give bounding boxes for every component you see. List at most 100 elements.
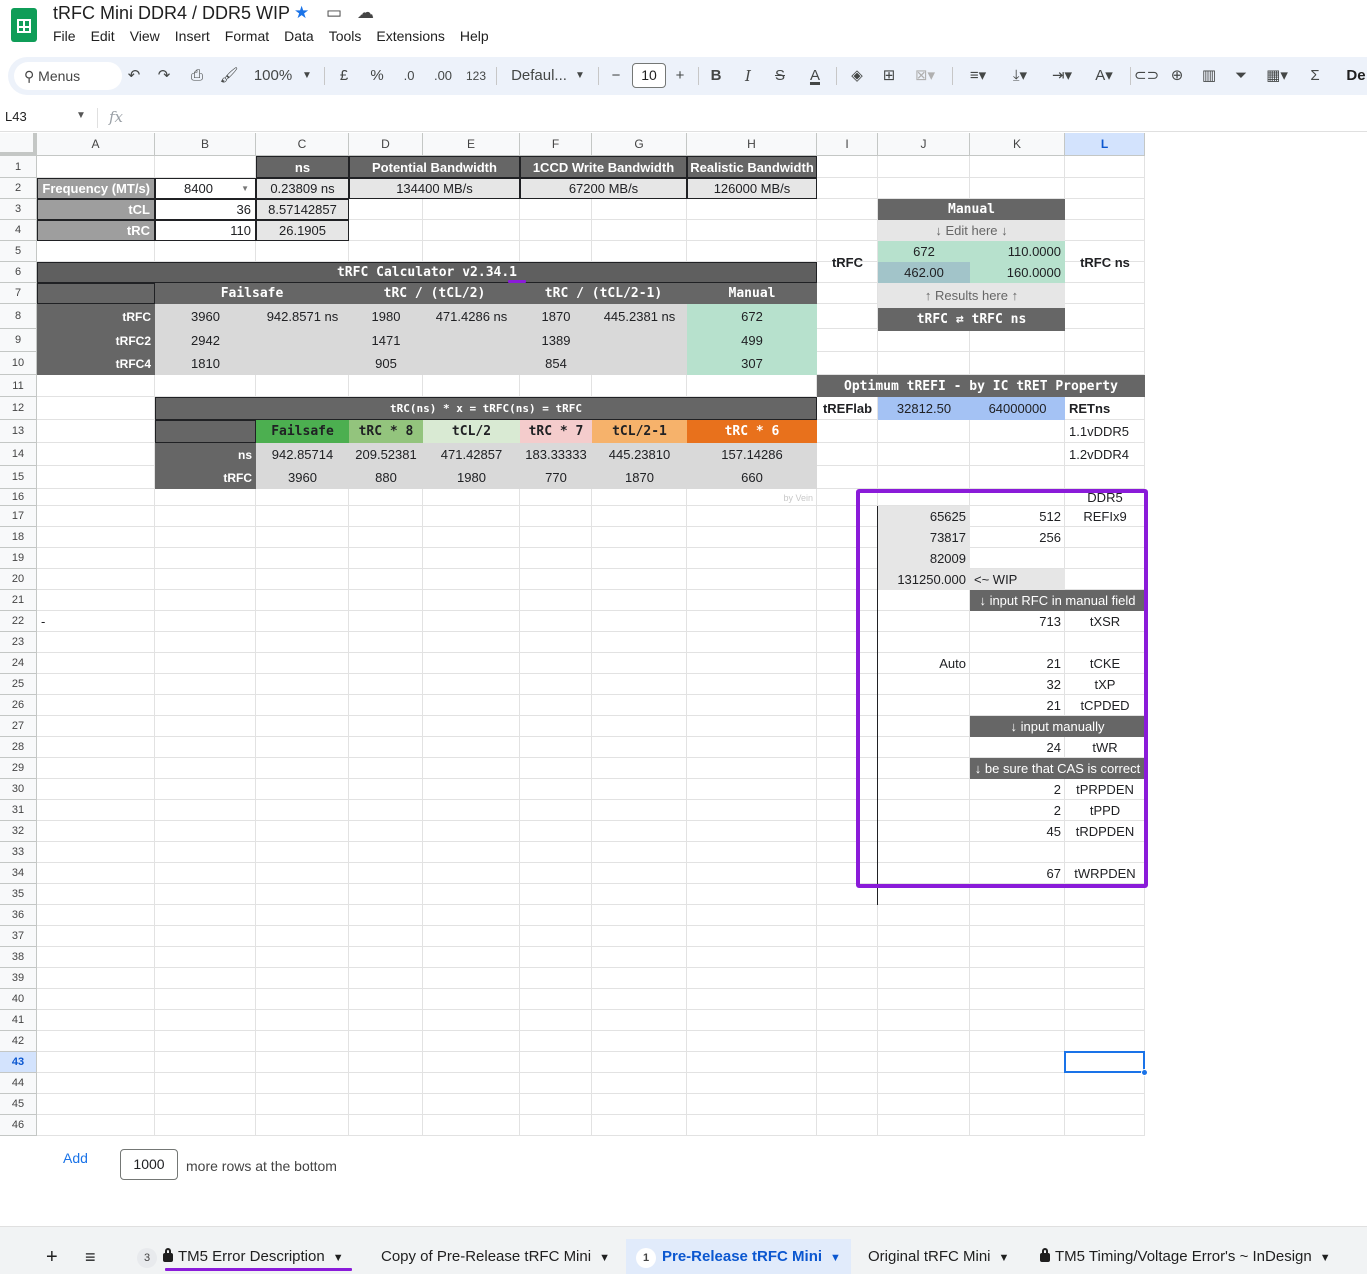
insert-chart-icon[interactable]: ▥ [1198,57,1220,95]
grid-cell[interactable] [592,842,687,863]
row-header-19[interactable]: 19 [0,548,37,569]
grid-cell[interactable] [349,884,423,905]
grid-cell[interactable] [423,611,520,632]
grid-cell[interactable] [687,199,817,220]
grid-cell[interactable] [155,695,256,716]
grid-cell[interactable] [1065,178,1145,199]
grid-cell[interactable] [817,989,878,1010]
horizontal-align-icon[interactable]: ≡▾ [962,57,994,95]
grid-cell[interactable] [37,527,155,548]
trfc-converter-label[interactable]: tRFC ⇄ tRFC ns [878,308,1065,331]
grid-cell[interactable] [256,1052,349,1073]
menu-data[interactable]: Data [284,28,320,44]
grid-cell[interactable] [970,1031,1065,1052]
grid-cell[interactable] [1065,1115,1145,1136]
grid-cell[interactable] [37,548,155,569]
grid-cell[interactable] [687,1052,817,1073]
grid-cell[interactable] [155,489,256,506]
grid-cell[interactable] [592,527,687,548]
grid-cell[interactable] [817,178,878,199]
grid-cell[interactable] [878,1052,970,1073]
grid-cell[interactable] [349,989,423,1010]
grid-cell[interactable] [256,1031,349,1052]
grid-cell[interactable] [687,989,817,1010]
cell-retns-value[interactable]: 64000000 [970,397,1065,420]
grid-cell[interactable] [37,1115,155,1136]
grid-cell[interactable] [155,527,256,548]
grid-cell[interactable] [817,1073,878,1094]
grid-cell[interactable] [256,653,349,674]
cloud-status-icon[interactable]: ☁ [357,3,374,23]
grid-cell[interactable] [37,905,155,926]
grid-cell[interactable] [592,611,687,632]
row-header-15[interactable]: 15 [0,466,37,489]
grid-cell[interactable] [37,375,155,397]
cell-d10[interactable]: 905 [349,352,423,375]
grid-cell[interactable] [520,926,592,947]
grid-cell[interactable] [878,947,970,968]
grid-cell[interactable] [1065,947,1145,968]
cell-h15[interactable]: 660 [687,466,817,489]
cell-a8[interactable]: tRFC [37,304,155,329]
grid-cell[interactable] [256,842,349,863]
grid-cell[interactable] [37,695,155,716]
currency-format-button[interactable]: £ [335,57,353,95]
grid-cell[interactable] [155,1010,256,1031]
row-header-4[interactable]: 4 [0,220,37,241]
row-header-1[interactable]: 1 [0,156,37,178]
cell-frequency-label[interactable]: Frequency (MT/s) [37,178,155,199]
grid-cell[interactable] [520,737,592,758]
grid-cell[interactable] [349,695,423,716]
grid-cell[interactable] [970,443,1065,466]
tab-chevron-down-icon[interactable]: ▼ [1320,1252,1331,1264]
grid-cell[interactable] [349,716,423,737]
grid-cell[interactable] [687,716,817,737]
grid-cell[interactable] [256,821,349,842]
cell-c14[interactable]: 942.85714 [256,443,349,466]
manual-trfc-ns-input[interactable]: 110.0000 [970,241,1065,262]
number-format-button[interactable]: 123 [464,57,488,95]
cell-g9[interactable] [592,329,687,352]
cell-f2[interactable]: 67200 MB/s [520,178,687,199]
grid-cell[interactable] [423,947,520,968]
grid-cell[interactable] [37,156,155,178]
grid-cell[interactable] [970,156,1065,178]
select-all-corner[interactable] [0,133,37,156]
grid-cell[interactable] [37,926,155,947]
grid-cell[interactable] [155,548,256,569]
row-header-42[interactable]: 42 [0,1031,37,1052]
grid-cell[interactable] [1065,968,1145,989]
grid-cell[interactable] [423,1073,520,1094]
row-header-8[interactable]: 8 [0,304,37,329]
grid-cell[interactable] [520,716,592,737]
grid-cell[interactable] [423,590,520,611]
row-header-35[interactable]: 35 [0,884,37,905]
grid-cell[interactable] [155,590,256,611]
grid-cell[interactable] [592,1052,687,1073]
cell-c9[interactable] [256,329,349,352]
grid-cell[interactable] [592,821,687,842]
row-header-14[interactable]: 14 [0,443,37,466]
grid-cell[interactable] [592,1115,687,1136]
cell-g10[interactable] [592,352,687,375]
grid-cell[interactable] [37,397,155,420]
grid-cell[interactable] [423,737,520,758]
grid-cell[interactable] [155,716,256,737]
merge-cells-icon[interactable]: ⊠▾ [910,57,940,95]
cell-g14[interactable]: 445.23810 [592,443,687,466]
grid-cell[interactable] [687,632,817,653]
grid-cell[interactable] [817,443,878,466]
grid-cell[interactable] [349,1115,423,1136]
grid-cell[interactable] [687,241,817,262]
grid-cell[interactable] [520,653,592,674]
row-header-2[interactable]: 2 [0,178,37,199]
grid-cell[interactable] [817,304,878,329]
grid-cell[interactable] [817,926,878,947]
text-wrapping-icon[interactable]: ⇥▾ [1046,57,1078,95]
grid-cell[interactable] [687,548,817,569]
grid-cell[interactable] [37,884,155,905]
column-header-j[interactable]: J [878,133,970,156]
cell-trc-input[interactable]: 110 [155,220,256,241]
grid-cell[interactable] [817,968,878,989]
grid-cell[interactable] [155,1094,256,1115]
